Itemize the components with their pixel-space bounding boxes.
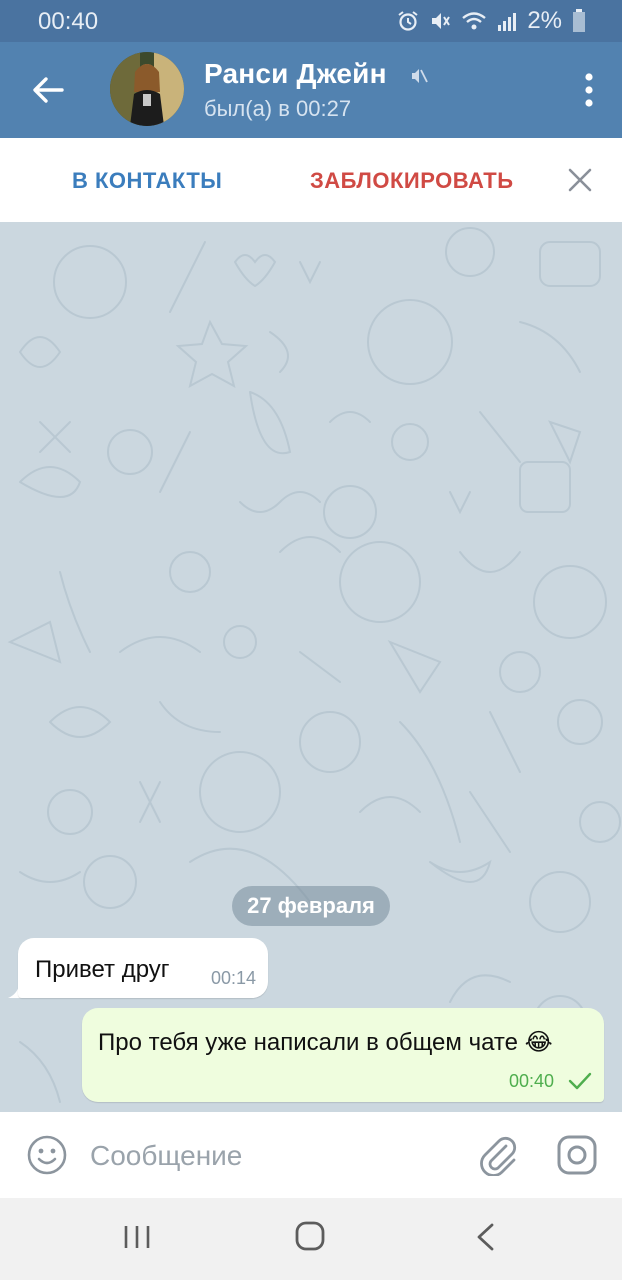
outgoing-message[interactable]: Про тебя уже написали в общем чате 😂 00:… xyxy=(82,1008,604,1102)
message-time: 00:14 xyxy=(210,968,256,988)
muted-chat-icon xyxy=(412,69,428,83)
contact-name[interactable]: Ранси Джейн xyxy=(204,58,387,90)
signal-icon xyxy=(498,13,517,31)
mute-icon xyxy=(432,13,451,29)
message-text: Привет друг xyxy=(35,956,170,983)
message-composer xyxy=(0,1112,622,1198)
message-input[interactable] xyxy=(90,1134,460,1178)
close-icon[interactable] xyxy=(566,166,594,194)
unknown-contact-bar: В КОНТАКТЫ ЗАБЛОКИРОВАТЬ xyxy=(0,138,622,223)
back-arrow-icon[interactable] xyxy=(28,70,68,110)
attach-icon[interactable] xyxy=(476,1132,520,1176)
home-icon[interactable] xyxy=(294,1220,326,1252)
more-options-icon[interactable] xyxy=(584,72,594,108)
block-button[interactable]: ЗАБЛОКИРОВАТЬ xyxy=(310,168,514,194)
emoji-icon[interactable] xyxy=(26,1134,68,1176)
battery-percent: 2% xyxy=(527,7,562,34)
message-text: Про тебя уже написали в общем чате 😂 xyxy=(98,1029,553,1056)
avatar[interactable] xyxy=(110,52,184,126)
chat-header: Ранси Джейн был(а) в 00:27 xyxy=(0,42,622,138)
battery-icon xyxy=(573,9,585,32)
recent-apps-icon[interactable] xyxy=(122,1222,152,1252)
status-icons: 2% xyxy=(397,7,586,35)
incoming-message[interactable]: Привет друг 00:14 xyxy=(18,938,268,998)
wifi-icon xyxy=(462,12,487,30)
system-back-icon[interactable] xyxy=(474,1222,496,1252)
chat-area[interactable]: 27 февраля Привет друг 00:14 Про тебя уж… xyxy=(0,222,622,1112)
add-to-contacts-button[interactable]: В КОНТАКТЫ xyxy=(72,168,222,194)
sent-check-icon xyxy=(568,1072,592,1090)
date-separator: 27 февраля xyxy=(232,886,390,926)
alarm-icon xyxy=(398,11,418,31)
camera-icon[interactable] xyxy=(556,1134,598,1176)
last-seen-status: был(а) в 00:27 xyxy=(204,96,352,121)
system-navigation-bar xyxy=(0,1198,622,1280)
message-time: 00:40 xyxy=(508,1071,554,1091)
avatar-photo xyxy=(110,52,184,126)
status-bar: 00:40 2% xyxy=(0,0,622,42)
status-time: 00:40 xyxy=(38,8,99,35)
